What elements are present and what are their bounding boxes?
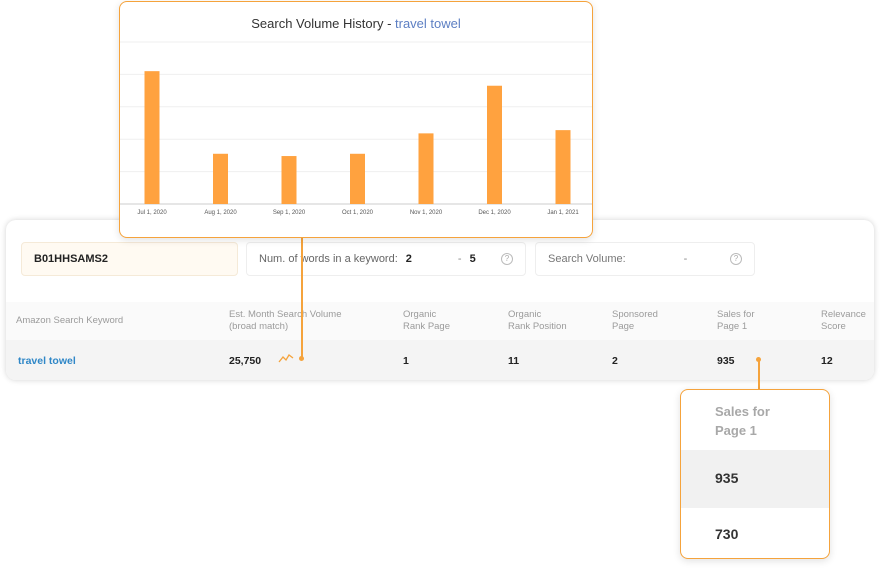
help-icon[interactable]: ? [501,253,513,265]
sales-popup-value-2: 730 [715,526,739,542]
chart-bar[interactable] [418,133,434,204]
x-tick-label: Nov 1, 2020 [410,210,443,216]
asin-field[interactable]: B01HHSAMS2 [21,242,238,276]
organic-rank-position-value: 11 [508,355,520,367]
chart-bar[interactable] [487,85,502,204]
word-count-dash: - [457,253,462,265]
sales-connector-line [758,360,760,390]
sales-popup-row: 730 [681,508,829,558]
help-icon[interactable]: ? [730,253,742,265]
table-row: travel towel 25,750 1 11 2 935 12 [6,340,874,380]
x-tick-label: Oct 1, 2020 [342,210,374,216]
header-keyword[interactable]: Amazon Search Keyword [16,315,123,327]
table-header: Amazon Search Keyword Est. Month Search … [6,302,874,340]
word-count-label: Num. of words in a keyword: [259,253,398,265]
word-count-min[interactable]: 2 [406,253,412,265]
chart-bar[interactable] [281,156,297,204]
header-organic-rank-page[interactable]: Organic Rank Page [403,309,450,333]
x-tick-label: Dec 1, 2020 [478,210,511,216]
x-tick-label: Jul 1, 2020 [137,210,167,216]
search-volume-value: 25,750 [229,355,262,367]
x-tick-label: Sep 1, 2020 [273,210,306,216]
chart-connector-line [301,238,303,358]
search-volume-label: Search Volume: [548,253,626,265]
x-tick-label: Aug 1, 2020 [204,210,237,216]
keyword-results-card: B01HHSAMS2 Num. of words in a keyword: 2… [6,220,874,380]
search-volume-filter[interactable]: Search Volume: - ? [535,242,755,276]
sales-connector-dot [756,357,761,362]
sponsored-page-value: 2 [612,355,618,367]
header-search-volume[interactable]: Est. Month Search Volume (broad match) [229,309,341,333]
asin-value: B01HHSAMS2 [34,253,108,265]
header-sponsored-page[interactable]: Sponsored Page [612,309,658,333]
word-count-filter[interactable]: Num. of words in a keyword: 2 - 5 ? [246,242,526,276]
x-tick-label: Jan 1, 2021 [547,210,579,216]
organic-rank-page-value: 1 [403,355,409,367]
sales-page1-popup: Sales for Page 1 935 730 [680,389,830,559]
chart-bar[interactable] [144,71,160,204]
relevance-value: 12 [821,355,833,367]
header-relevance[interactable]: Relevance Score [821,309,866,333]
chart-bar[interactable] [213,153,228,204]
search-volume-dash: - [683,253,688,265]
search-volume-history-popup: Search Volume History - travel towel Jul… [119,1,593,238]
sales-page1-value: 935 [717,355,735,367]
search-volume-bar-chart: Jul 1, 2020 Aug 1, 2020 Sep 1, 2020 Oct 1, … [120,41,592,216]
chart-bar[interactable] [555,130,571,204]
trend-chart-icon[interactable] [278,353,294,363]
sales-popup-value-1: 935 [715,470,739,486]
header-organic-rank-position[interactable]: Organic Rank Position [508,309,567,333]
chart-connector-dot [299,356,304,361]
keyword-link[interactable]: travel towel [18,355,76,367]
sales-popup-header: Sales for Page 1 [715,404,770,438]
chart-bar[interactable] [350,153,365,204]
sales-popup-row: 935 [681,450,829,508]
word-count-max[interactable]: 5 [470,253,476,265]
header-sales-page1[interactable]: Sales for Page 1 [717,309,755,333]
